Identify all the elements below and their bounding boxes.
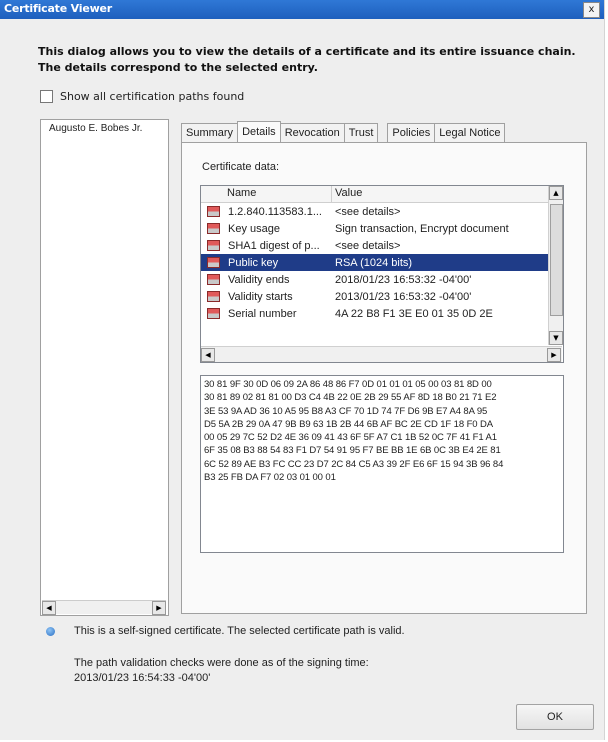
field-name: Serial number [228,307,297,320]
table-row[interactable]: SHA1 digest of p... <see details> [201,237,548,254]
field-value: <see details> [335,205,401,218]
intro-text: This dialog allows you to view the detai… [38,45,576,74]
table-row[interactable]: Public key RSA (1024 bits) [201,254,548,271]
hex-line: 6F 35 08 B3 88 54 83 F1 D7 54 91 95 F7 B… [204,445,501,457]
certificate-data-label: Certificate data: [202,161,280,173]
tab-gap [377,121,387,143]
field-value: 2018/01/23 16:53:32 -04'00' [335,273,472,286]
scroll-down-button[interactable]: ▼ [549,331,563,345]
field-value: <see details> [335,239,401,252]
field-value: 4A 22 B8 F1 3E E0 01 35 0D 2E [335,307,493,320]
certificate-field-icon [207,308,220,319]
hex-line: 3E 53 9A AD 36 10 A5 95 B8 A3 CF 70 1D 7… [204,405,488,417]
field-value: RSA (1024 bits) [335,256,413,269]
field-name: Validity starts [228,290,293,303]
field-name: Validity ends [228,273,290,286]
certificate-field-icon [207,291,220,302]
validation-time: 2013/01/23 16:54:33 -04'00' [74,672,211,684]
self-signed-message: This is a self-signed certificate. The s… [74,625,405,637]
scroll-right-button[interactable]: ▶ [547,348,561,362]
tab-summary[interactable]: Summary [181,123,239,142]
tab-trust[interactable]: Trust [343,123,379,142]
scroll-up-button[interactable]: ▲ [549,186,563,200]
field-name: Key usage [228,222,280,235]
table-row[interactable]: 1.2.840.113583.1... <see details> [201,203,548,220]
scroll-right-button[interactable]: ▶ [152,601,166,615]
chain-item[interactable]: Augusto E. Bobes Jr. [49,123,142,134]
list-header: Name Value [201,186,548,203]
field-rows: 1.2.840.113583.1... <see details> Key usag… [201,203,548,322]
hex-dump: 30 81 9F 30 0D 06 09 2A 86 48 86 F7 0D 0… [204,378,560,484]
tab-details[interactable]: Details [237,121,281,142]
hex-line: 30 81 89 02 81 81 00 D3 C4 4B 22 0E 2B 2… [204,392,497,404]
column-value-header[interactable]: Value [335,187,362,199]
column-name-header[interactable]: Name [227,187,256,199]
table-row[interactable]: Validity starts 2013/01/23 16:53:32 -04'0… [201,288,548,305]
table-row[interactable]: Serial number 4A 22 B8 F1 3E E0 01 35 0D … [201,305,548,322]
hex-line: B3 25 FB DA F7 02 03 01 00 01 [204,472,336,484]
certificate-fields-list[interactable]: Name Value 1.2.840.113583.1... <see detai… [200,185,564,363]
table-row[interactable]: Validity ends 2018/01/23 16:53:32 -04'00' [201,271,548,288]
field-value: Sign transaction, Encrypt document [335,222,509,235]
certificate-field-icon [207,257,220,268]
tab-policies[interactable]: Policies [387,123,436,142]
vertical-scroll-thumb[interactable] [550,204,563,316]
show-all-paths-label: Show all certification paths found [60,90,245,103]
title-bar: Certificate Viewer x [0,0,604,19]
field-value: 2013/01/23 16:53:32 -04'00' [335,290,472,303]
scroll-left-button[interactable]: ◀ [201,348,215,362]
show-all-paths-checkbox[interactable]: Show all certification paths found [40,90,244,103]
validation-line: The path validation checks were done as … [74,657,369,669]
info-icon [46,627,55,636]
fields-horizontal-scrollbar[interactable]: ◀ ▶ [201,346,562,362]
scroll-left-button[interactable]: ◀ [42,601,56,615]
field-value-text-area[interactable]: 30 81 9F 30 0D 06 09 2A 86 48 86 F7 0D 0… [200,375,564,553]
certificate-field-icon [207,206,220,217]
fields-vertical-scrollbar[interactable]: ▲ ▼ [548,186,563,345]
hex-line: 30 81 9F 30 0D 06 09 2A 86 48 86 F7 0D 0… [204,379,492,390]
checkbox-box[interactable] [40,90,53,103]
field-name: Public key [228,256,279,269]
certificate-chain-list[interactable]: Augusto E. Bobes Jr. ◀ ▶ [40,119,169,616]
tab-strip: Summary Details Revocation Trust Policie… [181,121,506,143]
table-row[interactable]: Key usage Sign transaction, Encrypt docum… [201,220,548,237]
hex-line: D5 5A 2B 29 0A 47 9B B9 63 1B 2B 44 6B A… [204,418,494,430]
close-button[interactable]: x [583,2,600,18]
window-title: Certificate Viewer [4,2,113,15]
tab-revocation[interactable]: Revocation [279,123,345,142]
column-divider[interactable] [331,186,332,202]
field-name: SHA1 digest of p... [228,239,320,252]
chain-horizontal-scrollbar[interactable]: ◀ ▶ [42,600,166,615]
certificate-field-icon [207,223,220,234]
certificate-viewer-dialog: Certificate Viewer x This dialog allows … [0,0,605,740]
certificate-field-icon [207,240,220,251]
hex-line: 6C 52 89 AE B3 FC CC 23 D7 2C 84 C5 A3 3… [204,458,504,470]
field-name: 1.2.840.113583.1... [228,205,322,218]
hex-line: 00 05 29 7C 52 D2 4E 36 09 41 43 6F 5F A… [204,432,497,444]
certificate-field-icon [207,274,220,285]
tab-legal-notice[interactable]: Legal Notice [434,123,506,142]
validation-message: The path validation checks were done as … [74,656,369,686]
ok-button[interactable]: OK [516,704,594,730]
